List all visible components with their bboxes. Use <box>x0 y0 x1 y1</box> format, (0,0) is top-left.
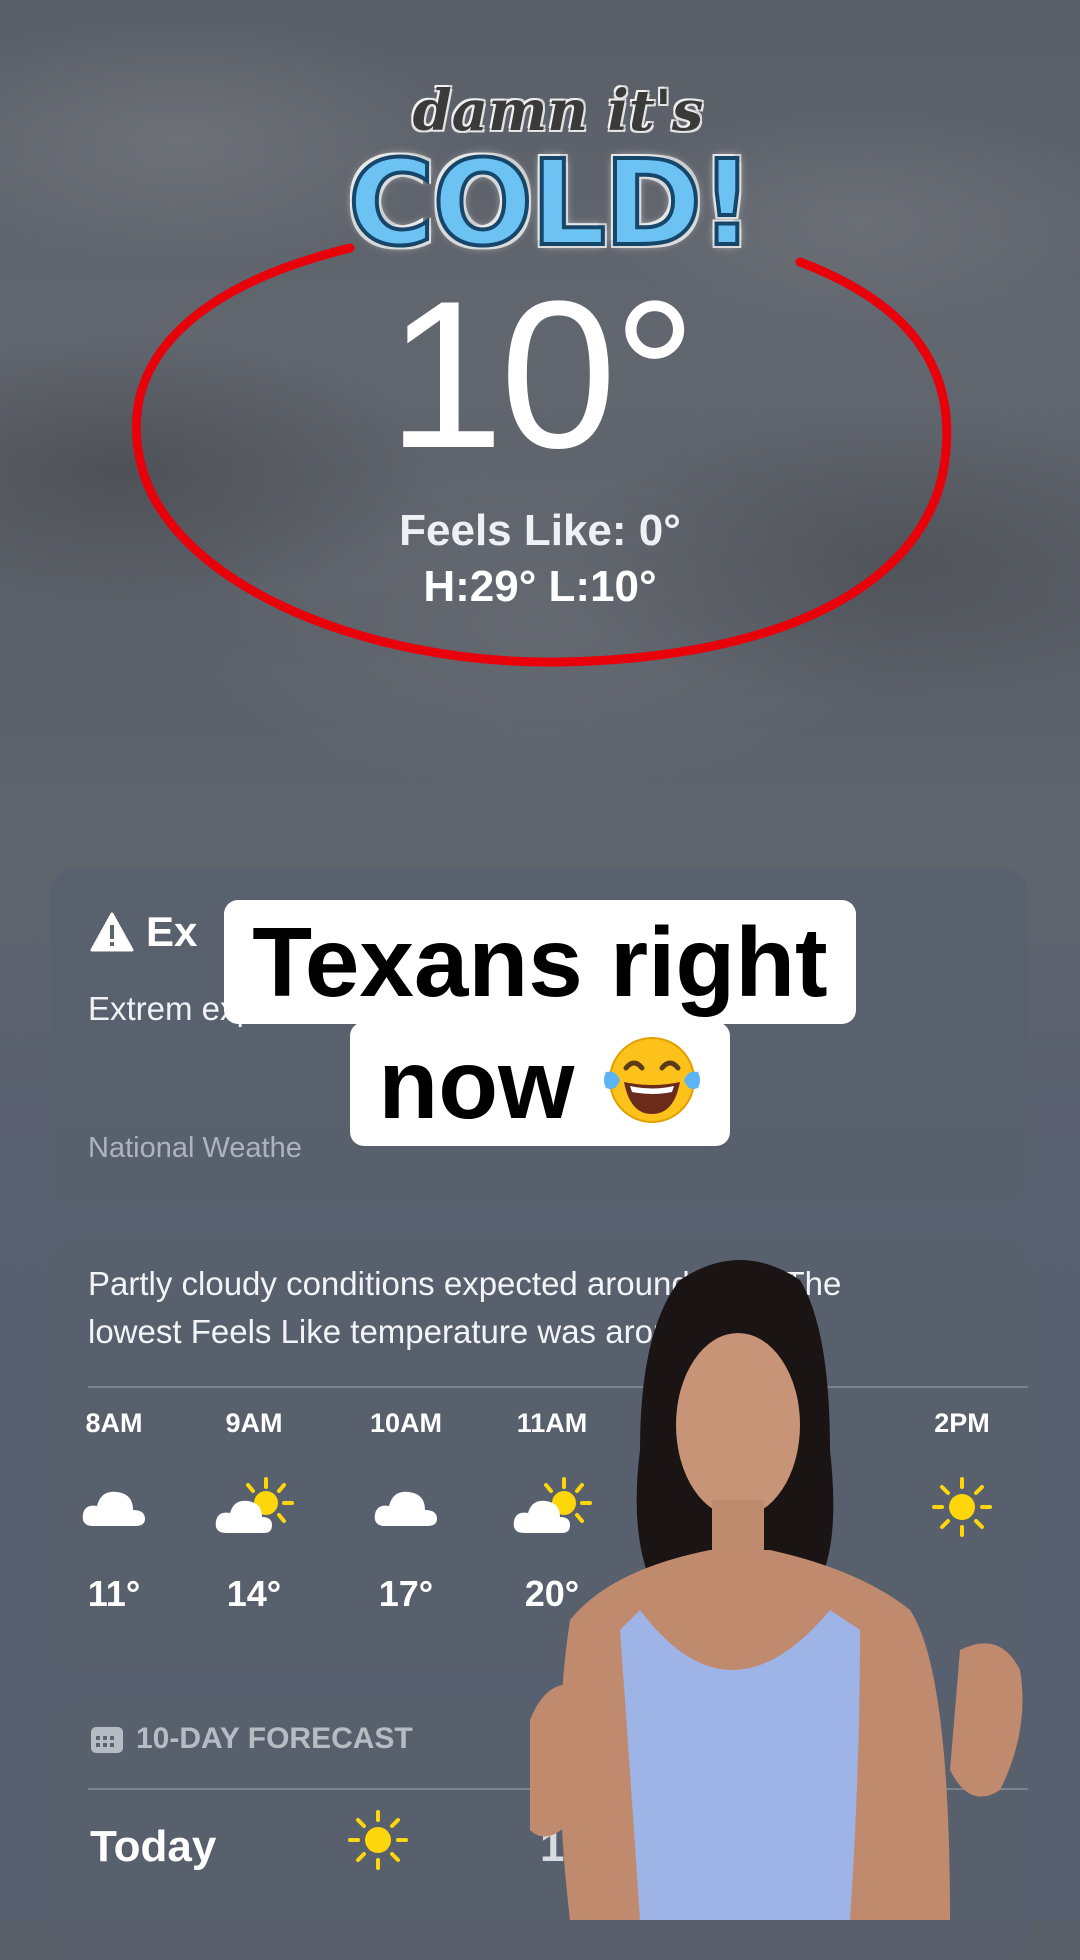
forecast-day-label: Today <box>90 1822 217 1871</box>
sticker-cold-text: COLD! <box>346 132 756 274</box>
sun-icon <box>348 1810 408 1870</box>
calendar-icon <box>91 1727 123 1753</box>
hour-label: 10AM <box>369 1408 443 1438</box>
hour-label: 8AM <box>85 1408 143 1438</box>
cloud-icon <box>82 1491 145 1526</box>
forecast-heading: 10-DAY FORECAST <box>136 1722 413 1755</box>
hour-column: 8AM 11° <box>54 1408 174 1615</box>
hour-temp: 14° <box>226 1573 282 1614</box>
hour-column: 9AM 14° <box>194 1408 314 1615</box>
video-caption: Texans right now <box>0 900 1080 1146</box>
caption-line-2-text: now <box>378 1029 575 1139</box>
forecast-header: 10-DAY FORECAST <box>90 1722 413 1756</box>
hour-temp: 17° <box>378 1573 434 1614</box>
partly-sunny-icon <box>215 1477 294 1533</box>
cloud-icon <box>374 1491 437 1526</box>
caption-line-1: Texans right <box>224 900 856 1024</box>
damn-its-cold-sticker: damn it's COLD! <box>346 78 756 286</box>
hour-column: 10AM 17° <box>346 1408 466 1615</box>
person-cutout-image <box>530 1260 1023 1920</box>
hour-temp: 11° <box>87 1573 141 1614</box>
caption-line-2: now <box>350 1022 730 1146</box>
laughing-tears-emoji-icon <box>603 1037 700 1123</box>
hour-label: 9AM <box>225 1408 283 1438</box>
